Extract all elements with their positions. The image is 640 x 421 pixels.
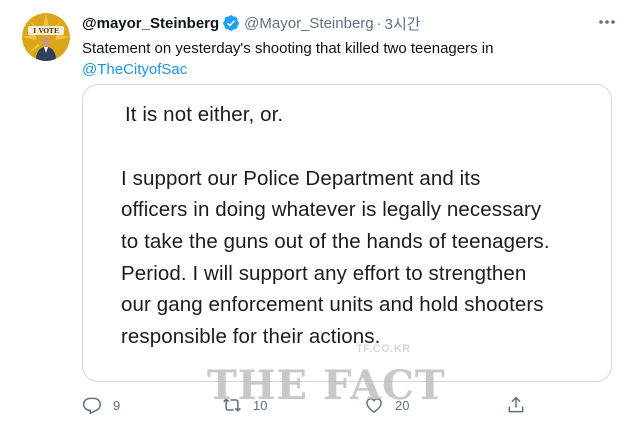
statement-line: to take the guns out of the hands of tee… <box>121 230 550 253</box>
watermark-small: TF.CO.KR <box>356 343 411 355</box>
tweet-header: @mayor_Steinberg @Mayor_Steinberg · 3시간 <box>82 13 600 33</box>
statement-line: officers in doing whatever is legally ne… <box>121 198 542 221</box>
more-horizontal-icon[interactable] <box>596 12 618 32</box>
watermark-logo: THE FACT <box>207 362 446 409</box>
statement-line: Period. I will support any effort to str… <box>121 262 527 285</box>
statement-line: I support our Police Department and its <box>121 167 481 190</box>
avatar-image: I VOTE <box>22 13 70 61</box>
share-icon <box>506 395 526 415</box>
timestamp[interactable]: 3시간 <box>385 13 421 34</box>
verified-badge-icon <box>222 14 240 32</box>
display-name[interactable]: @mayor_Steinberg <box>82 15 219 32</box>
statement-line: It is not either, or. <box>125 103 284 126</box>
mention-link[interactable]: @TheCityofSac <box>82 61 187 78</box>
reply-icon <box>82 395 102 415</box>
reply-button[interactable]: 9 <box>82 393 120 417</box>
tweet-media-image[interactable]: It is not either, or. I support our Poli… <box>82 84 612 382</box>
statement-line: responsible for their actions. <box>121 325 381 348</box>
avatar-label: I VOTE <box>33 27 59 35</box>
statement-line: our gang enforcement units and hold shoo… <box>121 293 544 316</box>
share-button[interactable] <box>506 393 526 417</box>
tweet-text: Statement on yesterday's shooting that k… <box>82 38 602 80</box>
separator-dot: · <box>376 14 382 32</box>
user-handle[interactable]: @Mayor_Steinberg <box>244 15 373 32</box>
tweet[interactable]: I VOTE @mayor_Steinberg @Mayor_Steinberg… <box>0 0 640 421</box>
avatar[interactable]: I VOTE <box>22 13 70 61</box>
reply-count: 9 <box>113 397 121 413</box>
tweet-text-body: Statement on yesterday's shooting that k… <box>82 40 494 57</box>
